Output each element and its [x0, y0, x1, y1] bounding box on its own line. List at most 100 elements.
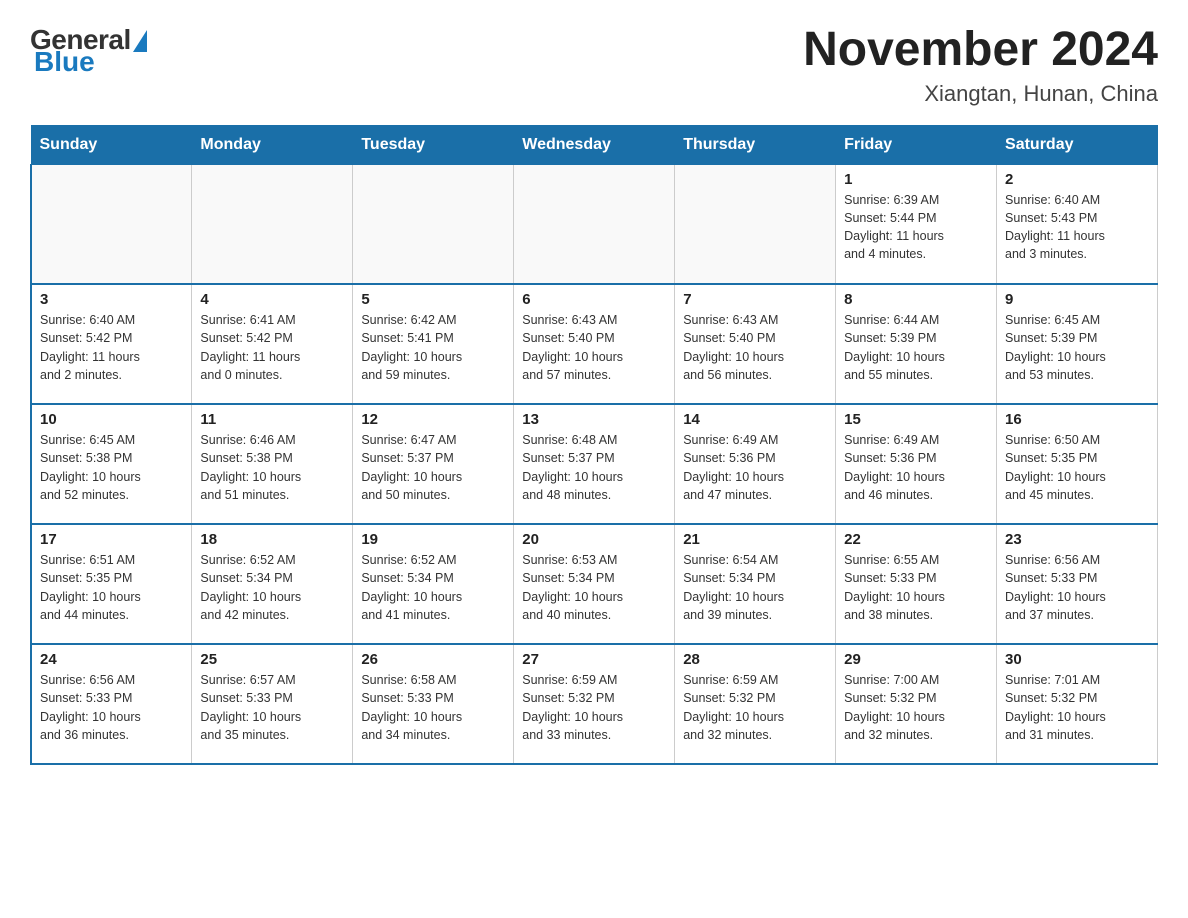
day-number: 18 — [200, 531, 344, 548]
calendar-cell: 19 Sunrise: 6:52 AMSunset: 5:34 PMDayligh… — [353, 524, 514, 644]
day-number: 27 — [522, 651, 666, 668]
calendar-week-1: 1 Sunrise: 6:39 AMSunset: 5:44 PMDaylight… — [31, 164, 1158, 284]
calendar-week-4: 17 Sunrise: 6:51 AMSunset: 5:35 PMDayligh… — [31, 524, 1158, 644]
col-header-sunday: Sunday — [31, 125, 192, 164]
day-info: Sunrise: 6:45 AMSunset: 5:39 PMDaylight:… — [1005, 313, 1106, 381]
calendar-cell: 12 Sunrise: 6:47 AMSunset: 5:37 PMDayligh… — [353, 404, 514, 524]
calendar-cell: 10 Sunrise: 6:45 AMSunset: 5:38 PMDayligh… — [31, 404, 192, 524]
page-header: General Blue November 2024 Xiangtan, Hun… — [30, 24, 1158, 107]
day-info: Sunrise: 6:59 AMSunset: 5:32 PMDaylight:… — [522, 673, 623, 741]
day-info: Sunrise: 6:43 AMSunset: 5:40 PMDaylight:… — [683, 313, 784, 381]
day-info: Sunrise: 6:45 AMSunset: 5:38 PMDaylight:… — [40, 433, 141, 501]
calendar-cell: 2 Sunrise: 6:40 AMSunset: 5:43 PMDaylight… — [997, 164, 1158, 284]
day-info: Sunrise: 6:40 AMSunset: 5:43 PMDaylight:… — [1005, 193, 1105, 261]
calendar-cell: 6 Sunrise: 6:43 AMSunset: 5:40 PMDaylight… — [514, 284, 675, 404]
day-info: Sunrise: 7:01 AMSunset: 5:32 PMDaylight:… — [1005, 673, 1106, 741]
day-info: Sunrise: 6:47 AMSunset: 5:37 PMDaylight:… — [361, 433, 462, 501]
calendar-table: SundayMondayTuesdayWednesdayThursdayFrid… — [30, 125, 1158, 766]
calendar-cell: 8 Sunrise: 6:44 AMSunset: 5:39 PMDaylight… — [836, 284, 997, 404]
calendar-cell: 23 Sunrise: 6:56 AMSunset: 5:33 PMDayligh… — [997, 524, 1158, 644]
day-info: Sunrise: 6:52 AMSunset: 5:34 PMDaylight:… — [200, 553, 301, 621]
title-block: November 2024 Xiangtan, Hunan, China — [803, 24, 1158, 107]
calendar-cell: 17 Sunrise: 6:51 AMSunset: 5:35 PMDayligh… — [31, 524, 192, 644]
day-number: 5 — [361, 291, 505, 308]
col-header-friday: Friday — [836, 125, 997, 164]
calendar-cell: 11 Sunrise: 6:46 AMSunset: 5:38 PMDayligh… — [192, 404, 353, 524]
day-number: 4 — [200, 291, 344, 308]
day-number: 8 — [844, 291, 988, 308]
calendar-week-5: 24 Sunrise: 6:56 AMSunset: 5:33 PMDayligh… — [31, 644, 1158, 764]
calendar-cell: 28 Sunrise: 6:59 AMSunset: 5:32 PMDayligh… — [675, 644, 836, 764]
calendar-cell: 21Sunrise: 6:54 AMSunset: 5:34 PMDayligh… — [675, 524, 836, 644]
day-info: Sunrise: 6:52 AMSunset: 5:34 PMDaylight:… — [361, 553, 462, 621]
calendar-cell: 13Sunrise: 6:48 AMSunset: 5:37 PMDayligh… — [514, 404, 675, 524]
calendar-cell — [31, 164, 192, 284]
day-info: Sunrise: 6:42 AMSunset: 5:41 PMDaylight:… — [361, 313, 462, 381]
calendar-cell: 22 Sunrise: 6:55 AMSunset: 5:33 PMDayligh… — [836, 524, 997, 644]
day-number: 17 — [40, 531, 183, 548]
col-header-monday: Monday — [192, 125, 353, 164]
day-number: 23 — [1005, 531, 1149, 548]
day-info: Sunrise: 6:39 AMSunset: 5:44 PMDaylight:… — [844, 193, 944, 261]
calendar-cell: 18 Sunrise: 6:52 AMSunset: 5:34 PMDayligh… — [192, 524, 353, 644]
day-number: 3 — [40, 291, 183, 308]
day-info: Sunrise: 6:51 AMSunset: 5:35 PMDaylight:… — [40, 553, 141, 621]
day-number: 21 — [683, 531, 827, 548]
day-number: 2 — [1005, 171, 1149, 188]
day-info: Sunrise: 6:56 AMSunset: 5:33 PMDaylight:… — [40, 673, 141, 741]
calendar-week-3: 10 Sunrise: 6:45 AMSunset: 5:38 PMDayligh… — [31, 404, 1158, 524]
calendar-cell: 29 Sunrise: 7:00 AMSunset: 5:32 PMDayligh… — [836, 644, 997, 764]
day-number: 19 — [361, 531, 505, 548]
calendar-cell — [514, 164, 675, 284]
col-header-tuesday: Tuesday — [353, 125, 514, 164]
day-number: 22 — [844, 531, 988, 548]
day-info: Sunrise: 6:43 AMSunset: 5:40 PMDaylight:… — [522, 313, 623, 381]
day-info: Sunrise: 6:50 AMSunset: 5:35 PMDaylight:… — [1005, 433, 1106, 501]
calendar-cell: 4 Sunrise: 6:41 AMSunset: 5:42 PMDaylight… — [192, 284, 353, 404]
calendar-cell: 15 Sunrise: 6:49 AMSunset: 5:36 PMDayligh… — [836, 404, 997, 524]
day-info: Sunrise: 6:53 AMSunset: 5:34 PMDaylight:… — [522, 553, 623, 621]
day-number: 15 — [844, 411, 988, 428]
logo-triangle-icon — [133, 30, 147, 52]
calendar-cell: 5 Sunrise: 6:42 AMSunset: 5:41 PMDaylight… — [353, 284, 514, 404]
logo: General Blue — [30, 24, 147, 78]
col-header-saturday: Saturday — [997, 125, 1158, 164]
day-info: Sunrise: 6:56 AMSunset: 5:33 PMDaylight:… — [1005, 553, 1106, 621]
day-number: 12 — [361, 411, 505, 428]
day-number: 10 — [40, 411, 183, 428]
calendar-cell: 7 Sunrise: 6:43 AMSunset: 5:40 PMDaylight… — [675, 284, 836, 404]
day-number: 29 — [844, 651, 988, 668]
day-info: Sunrise: 7:00 AMSunset: 5:32 PMDaylight:… — [844, 673, 945, 741]
day-number: 6 — [522, 291, 666, 308]
calendar-cell: 14Sunrise: 6:49 AMSunset: 5:36 PMDayligh… — [675, 404, 836, 524]
day-info: Sunrise: 6:55 AMSunset: 5:33 PMDaylight:… — [844, 553, 945, 621]
day-info: Sunrise: 6:49 AMSunset: 5:36 PMDaylight:… — [844, 433, 945, 501]
day-number: 11 — [200, 411, 344, 428]
day-number: 7 — [683, 291, 827, 308]
calendar-cell: 24 Sunrise: 6:56 AMSunset: 5:33 PMDayligh… — [31, 644, 192, 764]
day-info: Sunrise: 6:49 AMSunset: 5:36 PMDaylight:… — [683, 433, 784, 501]
calendar-cell: 3Sunrise: 6:40 AMSunset: 5:42 PMDaylight… — [31, 284, 192, 404]
day-number: 9 — [1005, 291, 1149, 308]
calendar-cell: 30 Sunrise: 7:01 AMSunset: 5:32 PMDayligh… — [997, 644, 1158, 764]
day-number: 24 — [40, 651, 183, 668]
day-number: 25 — [200, 651, 344, 668]
day-info: Sunrise: 6:44 AMSunset: 5:39 PMDaylight:… — [844, 313, 945, 381]
calendar-cell: 16Sunrise: 6:50 AMSunset: 5:35 PMDayligh… — [997, 404, 1158, 524]
col-header-thursday: Thursday — [675, 125, 836, 164]
calendar-cell — [192, 164, 353, 284]
day-info: Sunrise: 6:59 AMSunset: 5:32 PMDaylight:… — [683, 673, 784, 741]
location-subtitle: Xiangtan, Hunan, China — [803, 81, 1158, 107]
month-year-title: November 2024 — [803, 24, 1158, 77]
day-number: 30 — [1005, 651, 1149, 668]
day-number: 28 — [683, 651, 827, 668]
day-info: Sunrise: 6:46 AMSunset: 5:38 PMDaylight:… — [200, 433, 301, 501]
day-info: Sunrise: 6:58 AMSunset: 5:33 PMDaylight:… — [361, 673, 462, 741]
day-number: 26 — [361, 651, 505, 668]
day-info: Sunrise: 6:41 AMSunset: 5:42 PMDaylight:… — [200, 313, 300, 381]
calendar-cell: 20Sunrise: 6:53 AMSunset: 5:34 PMDayligh… — [514, 524, 675, 644]
calendar-cell — [353, 164, 514, 284]
calendar-cell: 1 Sunrise: 6:39 AMSunset: 5:44 PMDaylight… — [836, 164, 997, 284]
day-number: 1 — [844, 171, 988, 188]
calendar-cell: 9 Sunrise: 6:45 AMSunset: 5:39 PMDaylight… — [997, 284, 1158, 404]
